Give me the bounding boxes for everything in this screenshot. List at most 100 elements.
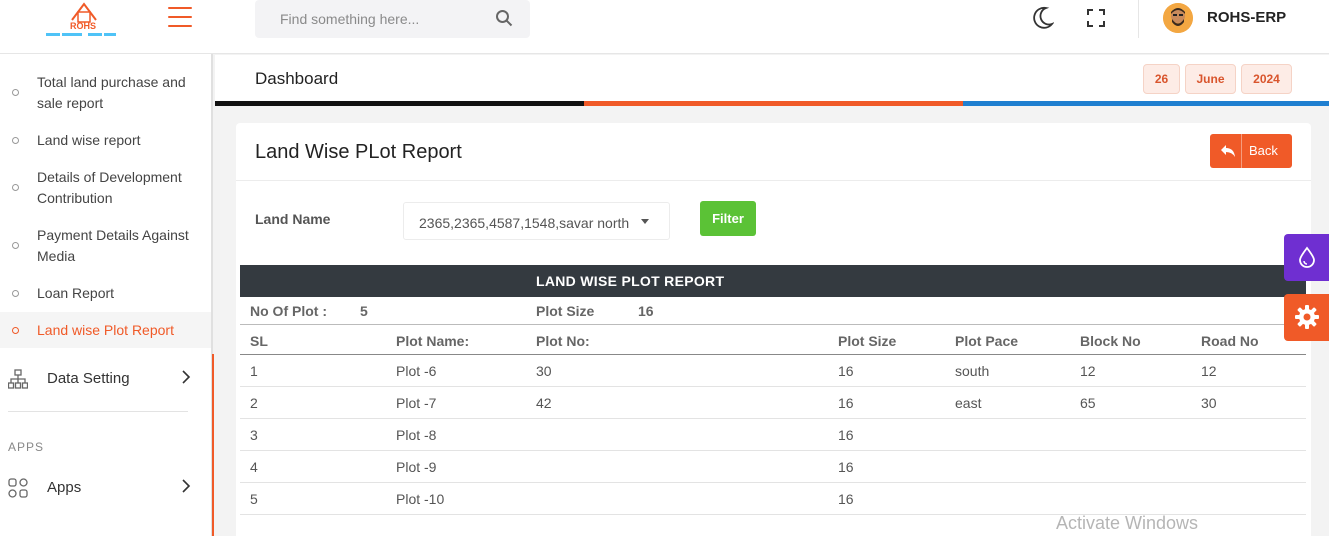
apps-grid-icon [8,478,28,498]
table-cell: 16 [838,491,854,507]
table-cell: Plot -8 [396,427,437,443]
report-heading: LAND WISE PLOT REPORT [536,273,725,289]
column-header-plot-size: Plot Size [838,333,897,349]
sidebar: Total land purchase and sale report Land… [0,54,213,536]
table-cell: 4 [250,459,258,475]
land-name-select[interactable]: 2365,2365,4587,1548,savar north [403,202,670,240]
sidebar-item-apps[interactable]: Apps [0,468,211,508]
report-summary-row: No Of Plot : 5 Plot Size 16 [240,297,1306,325]
sidebar-item-total-land-purchase-sale-report[interactable]: Total land purchase and sale report [0,72,211,114]
filter-button[interactable]: Filter [700,201,756,236]
table-cell: Plot -9 [396,459,437,475]
reply-arrow-icon [1221,145,1235,157]
settings-button[interactable] [1284,294,1329,341]
gear-icon [1295,305,1319,329]
table-cell: 16 [838,363,854,379]
bullet-icon [12,242,19,249]
plot-size-label: Plot Size [536,303,595,319]
sidebar-item-payment-details-against-media[interactable]: Payment Details Against Media [0,225,211,267]
land-name-label: Land Name [255,211,331,227]
droplet-icon [1299,246,1315,268]
table-row: 5 Plot -10 16 [240,483,1306,515]
back-button[interactable]: Back [1210,134,1292,168]
activate-windows-watermark: Activate Windows [1056,513,1199,533]
sidebar-item-data-setting[interactable]: Data Setting [0,359,211,399]
plot-size-value: 16 [638,303,654,319]
fullscreen-icon[interactable] [1087,9,1105,27]
table-cell: east [955,395,982,411]
card-divider [236,180,1311,181]
sitemap-icon [8,369,28,389]
sidebar-item-label: Loan Report [37,285,115,301]
table-header: SL Plot Name: Plot No: Plot Size Plot Pa… [240,326,1306,355]
chevron-right-icon [182,370,191,384]
sidebar-item-label: Total land purchase and sale report [37,74,186,111]
dashboard-header: Dashboard 26 June 2024 [215,55,1329,106]
card-title: Land Wise PLot Report [255,141,462,163]
date-month-badge: June [1185,64,1236,94]
table-cell: 30 [536,363,552,379]
report-heading-bar: LAND WISE PLOT REPORT [240,265,1306,297]
report-card: Land Wise PLot Report Back Land Name 236… [236,123,1311,536]
sidebar-item-loan-report[interactable]: Loan Report [0,283,211,304]
table-cell: Plot -7 [396,395,437,411]
caret-down-icon [641,219,649,224]
sidebar-item-label: Data Setting [47,370,130,387]
sidebar-item-label: Payment Details Against Media [37,227,189,264]
bullet-icon [12,290,19,297]
table-cell: south [955,363,990,379]
search-bar[interactable]: Find something here... [255,0,530,38]
table-row: 2 Plot -7 42 16 east 65 30 [240,387,1306,419]
table-cell: 5 [250,491,258,507]
sidebar-scroll-accent [212,354,214,536]
avatar[interactable] [1163,3,1193,33]
table-cell: 16 [838,395,854,411]
table-cell: 30 [1201,395,1217,411]
header-stripe-dark [215,101,584,106]
sidebar-item-label: Details of Development Contribution [37,169,182,206]
top-bar: ROHS Find something here... ROHS-ERP [0,0,1329,54]
table-cell: 2 [250,395,258,411]
sidebar-item-label: Land wise Plot Report [37,322,174,338]
apps-section-heading: APPS [8,440,45,454]
column-header-plot-pace: Plot Pace [955,333,1019,349]
dark-mode-moon-icon[interactable] [1032,6,1054,30]
chevron-right-icon [182,479,191,493]
table-cell: Plot -10 [396,491,445,507]
search-icon[interactable] [495,9,513,27]
header-stripe-orange [584,101,963,106]
table-cell: 12 [1201,363,1217,379]
hamburger-menu-icon[interactable] [168,7,192,27]
logo-text: ROHS [70,21,97,31]
sidebar-item-details-development-contribution[interactable]: Details of Development Contribution [0,167,211,209]
topbar-divider [1138,0,1139,38]
sidebar-item-land-wise-report[interactable]: Land wise report [0,130,211,151]
column-header-road-no: Road No [1201,333,1259,349]
bullet-icon [12,89,19,96]
no-of-plot-label: No Of Plot : [250,303,327,319]
column-header-plot-no: Plot No: [536,333,590,349]
bullet-icon [12,184,19,191]
back-button-label: Back [1249,143,1278,158]
date-year-badge: 2024 [1241,64,1292,94]
theme-color-button[interactable] [1284,234,1329,281]
table-cell: Plot -6 [396,363,437,379]
rohs-logo[interactable]: ROHS [46,0,116,40]
table-row: 1 Plot -6 30 16 south 12 12 [240,355,1306,387]
table-row: 4 Plot -9 16 [240,451,1306,483]
username-label[interactable]: ROHS-ERP [1207,9,1286,26]
header-stripe-blue [963,101,1329,106]
column-header-sl: SL [250,333,268,349]
sidebar-item-land-wise-plot-report[interactable]: Land wise Plot Report [0,312,211,348]
column-header-block-no: Block No [1080,333,1141,349]
bullet-icon [12,137,19,144]
search-input[interactable]: Find something here... [280,11,419,27]
bullet-icon [12,327,19,334]
page-title: Dashboard [255,69,339,88]
table-cell: 12 [1080,363,1096,379]
date-day-badge: 26 [1143,64,1180,94]
table-cell: 16 [838,459,854,475]
sidebar-item-label: Land wise report [37,132,141,148]
table-row: 3 Plot -8 16 [240,419,1306,451]
table-cell: 42 [536,395,552,411]
